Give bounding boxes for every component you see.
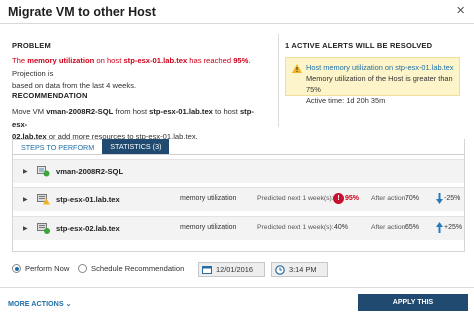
problem-mid: on host <box>94 56 124 65</box>
table-row-host-1[interactable]: ▶ stp-esx-01.lab.tex memory utilization … <box>13 187 464 211</box>
calendar-icon <box>202 266 212 274</box>
schedule-recommendation-label[interactable]: Schedule Recommendation <box>91 264 184 273</box>
apply-recommendation-button[interactable]: APPLY THIS RECOMMENDATION <box>358 294 468 311</box>
host-warning-icon <box>37 194 50 205</box>
arrow-up-icon <box>436 222 443 233</box>
alert-link[interactable]: Host memory utilization on stp-esx-01.la… <box>306 62 455 73</box>
problem-text: The memory utilization on host stp-esx-0… <box>12 55 267 93</box>
alert-description: Memory utilization of the Host is greate… <box>306 74 453 94</box>
problem-section: PROBLEM The memory utilization on host s… <box>12 41 267 93</box>
host-name: stp-esx-01.lab.tex <box>56 195 120 204</box>
metric-name: memory utilization <box>180 224 237 231</box>
dialog-footer: MORE ACTIONS ⌄ APPLY THIS RECOMMENDATION <box>0 287 474 315</box>
problem-heading: PROBLEM <box>12 41 51 50</box>
host-ok-icon <box>37 223 50 234</box>
table-row-host-2[interactable]: ▶ stp-esx-02.lab.tex memory utilization … <box>13 216 464 240</box>
more-actions-label: MORE ACTIONS <box>8 299 64 308</box>
problem-line2: based on data from the last 4 weeks. <box>12 81 137 90</box>
perform-now-radio[interactable] <box>12 264 21 273</box>
alerts-heading: 1 ACTIVE ALERTS WILL BE RESOLVED <box>285 41 433 50</box>
after-action-value: 65% <box>405 224 420 231</box>
schedule-options: Perform Now Schedule Recommendation 12/0… <box>12 262 472 277</box>
delta-value: -25% <box>444 195 461 202</box>
tab-bar: STEPS TO PERFORM STATISTICS (3) <box>12 139 170 154</box>
clock-icon <box>275 265 285 275</box>
arrow-down-icon <box>436 193 443 204</box>
problem-value: 95% <box>233 56 249 65</box>
alert-active-time: Active time: 1d 20h 35m <box>306 96 386 105</box>
vm-name: vman-2008R2-SQL <box>56 167 124 176</box>
problem-host: stp-esx-01.lab.tex <box>123 56 188 65</box>
reco-mid: from host <box>113 107 150 116</box>
reco-vm: vman-2008R2-SQL <box>46 107 114 116</box>
time-field[interactable]: 3:14 PM <box>271 262 328 277</box>
metric-name: memory utilization <box>180 195 237 202</box>
alert-item: Host memory utilization on stp-esx-01.la… <box>285 57 460 105</box>
time-value: 3:14 PM <box>289 265 317 274</box>
expand-caret-icon[interactable]: ▶ <box>23 196 28 203</box>
section-divider <box>278 34 279 127</box>
date-field[interactable]: 12/01/2016 <box>198 262 265 277</box>
alerts-section: 1 ACTIVE ALERTS WILL BE RESOLVED Host me… <box>285 41 465 105</box>
warning-icon <box>292 64 302 73</box>
predicted-value: 95% <box>345 195 360 202</box>
recommendation-section: RECOMMENDATION Move VM vman-2008R2-SQL f… <box>12 91 267 144</box>
delta-value: +25% <box>444 224 463 231</box>
host-name: stp-esx-02.lab.tex <box>56 224 120 233</box>
expand-caret-icon[interactable]: ▶ <box>23 225 28 232</box>
tab-statistics[interactable]: STATISTICS (3) <box>102 139 170 154</box>
predicted-label: Predicted next 1 week(s): <box>257 195 334 202</box>
predicted-label: Predicted next 1 week(s): <box>257 224 334 231</box>
close-icon[interactable]: × <box>456 3 465 19</box>
table-row-vm[interactable]: ▶ vman-2008R2-SQL <box>13 159 464 183</box>
dialog-titlebar: Migrate VM to other Host × <box>0 0 474 24</box>
expand-caret-icon[interactable]: ▶ <box>23 168 28 175</box>
problem-mid2: has reached <box>187 56 234 65</box>
problem-metric: memory utilization <box>27 56 95 65</box>
after-action-value: 70% <box>405 195 420 202</box>
dialog-title: Migrate VM to other Host <box>8 5 156 19</box>
critical-badge-icon: ! <box>333 193 344 204</box>
more-actions-button[interactable]: MORE ACTIONS ⌄ <box>8 299 72 308</box>
recommendation-heading: RECOMMENDATION <box>12 91 88 100</box>
schedule-recommendation-radio[interactable] <box>78 264 87 273</box>
perform-now-label[interactable]: Perform Now <box>25 264 69 273</box>
reco-mid2: to host <box>212 107 240 116</box>
vm-icon <box>37 166 50 177</box>
predicted-value: 40% <box>334 224 349 231</box>
reco-from-host: stp-esx-01.lab.tex <box>149 107 213 116</box>
after-action-label: After action: <box>371 224 408 231</box>
reco-prefix: Move VM <box>12 107 47 116</box>
after-action-label: After action: <box>371 195 408 202</box>
date-value: 12/01/2016 <box>216 265 253 274</box>
recommendation-text: Move VM vman-2008R2-SQL from host stp-es… <box>12 106 267 144</box>
tab-underline <box>12 154 465 155</box>
tab-steps-to-perform[interactable]: STEPS TO PERFORM <box>12 139 103 154</box>
problem-prefix: The <box>12 56 28 65</box>
chevron-down-icon: ⌄ <box>65 299 72 308</box>
